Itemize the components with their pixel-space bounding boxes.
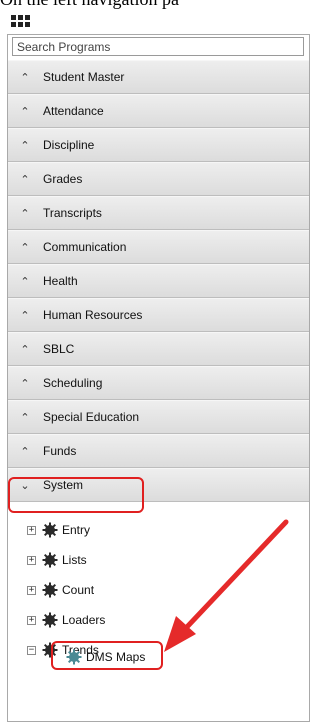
- menu-item-label: Grades: [43, 172, 83, 186]
- chevron-up-icon: ⌃: [20, 309, 30, 322]
- chevron-up-icon: ⌃: [20, 275, 30, 288]
- chevron-up-icon: ⌃: [20, 139, 30, 152]
- menu-item-discipline[interactable]: ⌃ Discipline: [8, 128, 309, 162]
- menu-item-label: Health: [43, 274, 78, 288]
- gear-icon: [42, 552, 58, 568]
- gear-icon: [42, 642, 58, 658]
- menu-item-label: Human Resources: [43, 308, 143, 322]
- menu-item-sblc[interactable]: ⌃ SBLC: [8, 332, 309, 366]
- tree-item-count[interactable]: + Count: [27, 580, 94, 600]
- menu-item-special-education[interactable]: ⌃ Special Education: [8, 400, 309, 434]
- page: On the left navigation pa ⌃ Student Maste…: [0, 0, 321, 724]
- tree-item-label: Lists: [62, 553, 87, 567]
- menu-item-attendance[interactable]: ⌃ Attendance: [8, 94, 309, 128]
- chevron-up-icon: ⌃: [20, 411, 30, 424]
- menu-item-label: SBLC: [43, 342, 75, 356]
- plus-box-icon[interactable]: +: [27, 525, 36, 535]
- tree-item-label: DMS Maps: [86, 650, 146, 664]
- chevron-down-icon: ⌄: [20, 479, 30, 492]
- menu-item-communication[interactable]: ⌃ Communication: [8, 230, 309, 264]
- menu-item-label: Communication: [43, 240, 127, 254]
- menu-item-system[interactable]: ⌄ System: [8, 468, 309, 502]
- menu-item-label: Attendance: [43, 104, 104, 118]
- chevron-up-icon: ⌃: [20, 173, 30, 186]
- gear-icon: [42, 612, 58, 628]
- tree-item-lists[interactable]: + Lists: [27, 550, 87, 570]
- chevron-up-icon: ⌃: [20, 241, 30, 254]
- menu-item-transcripts[interactable]: ⌃ Transcripts: [8, 196, 309, 230]
- chevron-up-icon: ⌃: [20, 377, 30, 390]
- chevron-up-icon: ⌃: [20, 105, 30, 118]
- menu-item-label: Special Education: [43, 410, 140, 424]
- menu-item-label: Discipline: [43, 138, 95, 152]
- plus-box-icon[interactable]: +: [27, 555, 36, 565]
- tree-item-label: Entry: [62, 523, 91, 537]
- menu-item-label: Funds: [43, 444, 77, 458]
- tree-item-entry[interactable]: + Entry: [27, 520, 90, 540]
- gear-icon: [66, 649, 82, 665]
- gear-icon: [42, 522, 58, 538]
- plus-box-icon[interactable]: +: [27, 615, 36, 625]
- menu-item-label: Transcripts: [43, 206, 102, 220]
- app-grid-icon[interactable]: [11, 15, 33, 28]
- minus-box-icon[interactable]: −: [27, 645, 36, 655]
- tree-item-loaders[interactable]: + Loaders: [27, 610, 105, 630]
- plus-box-icon[interactable]: +: [27, 585, 36, 595]
- search-wrapper: [12, 37, 304, 56]
- menu-item-grades[interactable]: ⌃ Grades: [8, 162, 309, 196]
- tree-item-label: Loaders: [62, 613, 106, 627]
- chevron-up-icon: ⌃: [20, 445, 30, 458]
- chevron-up-icon: ⌃: [20, 207, 30, 220]
- tree-item-label: Count: [62, 583, 95, 597]
- menu-list: ⌃ Student Master ⌃ Attendance ⌃ Discipline …: [8, 60, 309, 502]
- menu-item-funds[interactable]: ⌃ Funds: [8, 434, 309, 468]
- gear-icon: [42, 582, 58, 598]
- caption-text: On the left navigation pa: [0, 0, 321, 9]
- menu-item-label: Student Master: [43, 70, 125, 84]
- menu-item-student-master[interactable]: ⌃ Student Master: [8, 60, 309, 94]
- menu-item-human-resources[interactable]: ⌃ Human Resources: [8, 298, 309, 332]
- tree-item-dms-maps[interactable]: DMS Maps: [66, 647, 145, 667]
- menu-item-scheduling[interactable]: ⌃ Scheduling: [8, 366, 309, 400]
- menu-item-label: System: [43, 478, 84, 492]
- menu-item-health[interactable]: ⌃ Health: [8, 264, 309, 298]
- chevron-up-icon: ⌃: [20, 71, 30, 84]
- menu-item-label: Scheduling: [43, 376, 103, 390]
- chevron-up-icon: ⌃: [20, 343, 30, 356]
- search-input[interactable]: [12, 37, 304, 56]
